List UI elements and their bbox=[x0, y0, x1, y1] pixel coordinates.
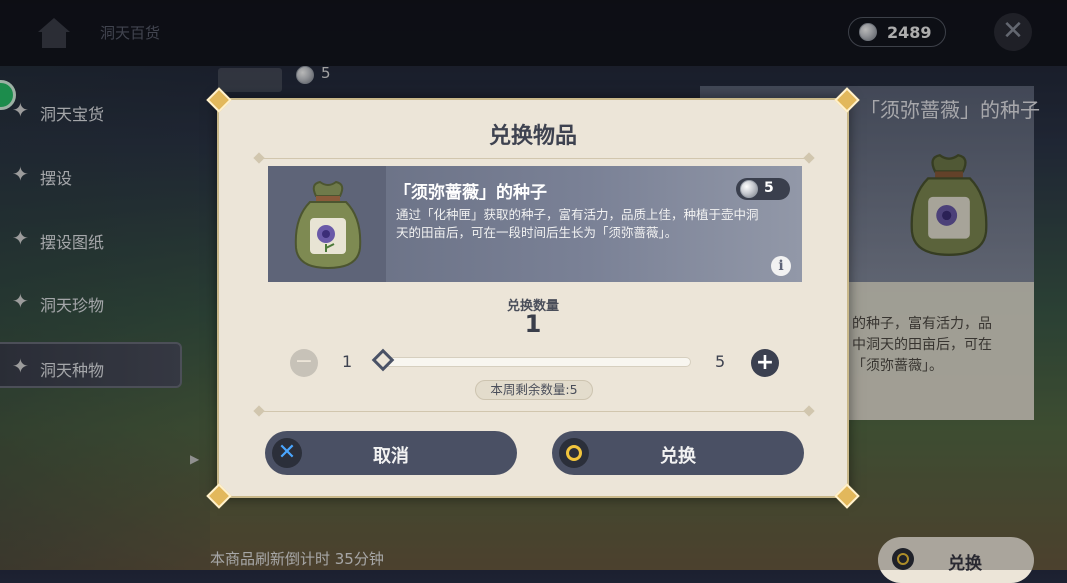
item-name: 「须弥蔷薇」的种子 bbox=[394, 183, 547, 203]
quantity-min: 1 bbox=[342, 352, 353, 371]
quantity-value: 1 bbox=[524, 310, 542, 338]
quantity-max: 5 bbox=[715, 352, 726, 371]
item-card: 「须弥蔷薇」的种子 5 通过「化种匣」获取的种子，富有活力，品质上佳，种植于壶中… bbox=[268, 166, 802, 282]
cancel-button[interactable]: ✕ 取消 bbox=[265, 431, 517, 475]
rose-seed-bag-icon bbox=[294, 180, 362, 270]
dialog-title: 兑换物品 bbox=[488, 124, 577, 149]
exchange-dialog: 兑换物品 「须弥蔷薇」的种子 5 通过「化种匣」获取的种子，富有活力，品质上佳，… bbox=[206, 87, 860, 509]
decrease-quantity-button[interactable]: − bbox=[290, 349, 318, 377]
weekly-remaining-badge: 本周剩余数量:5 bbox=[475, 380, 593, 400]
slider-handle[interactable] bbox=[371, 348, 395, 372]
divider bbox=[253, 152, 815, 164]
item-price: 5 bbox=[764, 180, 774, 196]
cancel-button-label: 取消 bbox=[373, 446, 409, 467]
item-description: 通过「化种匣」获取的种子，富有活力，品质上佳，种植于壶中洞天的田亩后，可在一段时… bbox=[396, 207, 759, 240]
info-icon[interactable]: i bbox=[771, 256, 791, 276]
confirm-button-label: 兑换 bbox=[660, 446, 696, 467]
mora-coin-icon bbox=[740, 180, 758, 198]
quantity-slider[interactable] bbox=[379, 357, 691, 367]
divider bbox=[253, 405, 815, 417]
increase-quantity-button[interactable]: + bbox=[751, 349, 779, 377]
confirm-exchange-button[interactable]: 兑换 bbox=[552, 431, 804, 475]
item-price-badge: 5 bbox=[736, 178, 790, 200]
